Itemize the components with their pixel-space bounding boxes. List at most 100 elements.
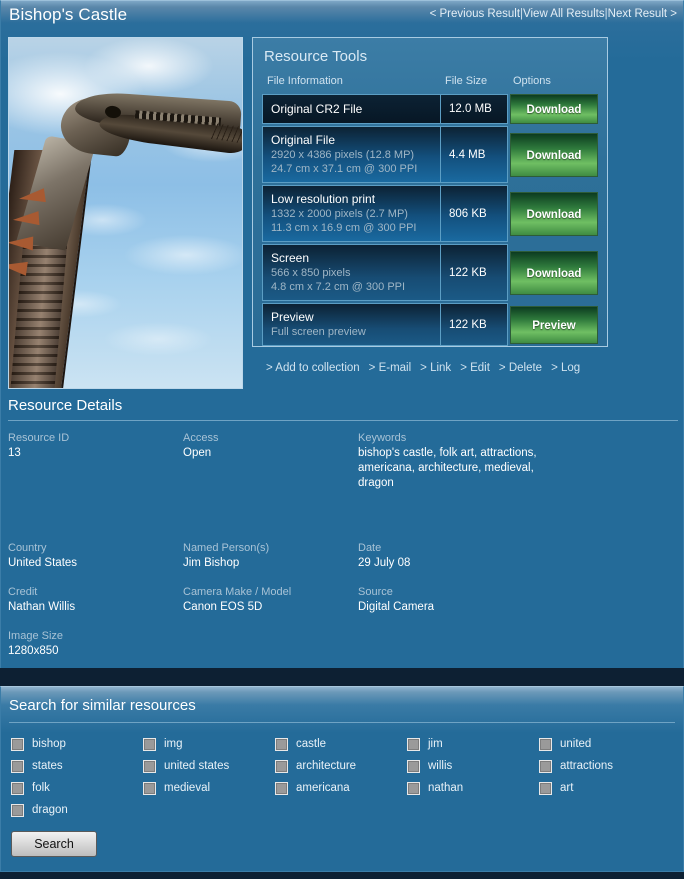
next-result-link[interactable]: Next Result > — [608, 8, 677, 20]
keyword-label: willis — [428, 760, 452, 772]
list-item[interactable]: jim — [407, 733, 539, 755]
checkbox[interactable] — [143, 782, 156, 795]
list-item[interactable]: americana — [275, 777, 407, 799]
list-item[interactable]: img — [143, 733, 275, 755]
checkbox[interactable] — [143, 760, 156, 773]
field-country: Country United States — [8, 541, 183, 571]
list-item[interactable]: united — [539, 733, 671, 755]
list-item[interactable]: castle — [275, 733, 407, 755]
checkbox[interactable] — [407, 760, 420, 773]
checkbox[interactable] — [407, 738, 420, 751]
keyword-label: dragon — [32, 804, 68, 816]
field-resource-id: Resource ID 13 — [8, 431, 183, 491]
details-row: Resource ID 13 Access Open Keywords bish… — [8, 431, 678, 491]
field-value: Jim Bishop — [183, 556, 358, 571]
field-label: Keywords — [358, 431, 678, 446]
add-to-collection-link[interactable]: > Add to collection — [266, 362, 360, 374]
download-button[interactable]: Download — [510, 192, 598, 236]
download-button[interactable]: Download — [510, 94, 598, 124]
field-value: 29 July 08 — [358, 556, 678, 571]
checkbox[interactable] — [11, 782, 24, 795]
file-options-cell: Download — [508, 244, 598, 301]
list-item[interactable]: architecture — [275, 755, 407, 777]
keyword-column-3: castle architecture americana — [275, 733, 407, 821]
field-value: Digital Camera — [358, 600, 678, 615]
link-link[interactable]: > Link — [420, 362, 451, 374]
list-item[interactable]: united states — [143, 755, 275, 777]
file-info-cell: Preview Full screen preview — [262, 303, 440, 346]
table-row: Original File 2920 x 4386 pixels (12.8 M… — [262, 126, 598, 183]
similar-resources-panel: Search for similar resources bishop stat… — [0, 686, 684, 872]
table-row: Preview Full screen preview 122 KB Previ… — [262, 303, 598, 346]
checkbox[interactable] — [11, 738, 24, 751]
field-label: Country — [8, 541, 183, 556]
keyword-label: folk — [32, 782, 50, 794]
checkbox[interactable] — [275, 782, 288, 795]
resource-action-links: > Add to collection > E-mail > Link > Edit >… — [262, 356, 598, 378]
list-item[interactable]: art — [539, 777, 671, 799]
table-row: Original CR2 File 12.0 MB Download — [262, 94, 598, 124]
list-item[interactable]: dragon — [11, 799, 143, 821]
checkbox[interactable] — [275, 760, 288, 773]
checkbox[interactable] — [11, 804, 24, 817]
preview-button[interactable]: Preview — [510, 306, 598, 344]
details-row: Credit Nathan Willis Camera Make / Model… — [8, 585, 678, 615]
keyword-label: americana — [296, 782, 350, 794]
details-grid: Resource ID 13 Access Open Keywords bish… — [8, 431, 678, 703]
email-link[interactable]: > E-mail — [369, 362, 412, 374]
keyword-label: medieval — [164, 782, 210, 794]
checkbox[interactable] — [143, 738, 156, 751]
download-button[interactable]: Download — [510, 133, 598, 177]
download-button[interactable]: Download — [510, 251, 598, 295]
field-value: bishop's castle, folk art, attractions, … — [358, 446, 558, 491]
column-options: Options — [508, 75, 598, 92]
file-options-cell: Download — [508, 94, 598, 124]
file-info-cell: Screen 566 x 850 pixels 4.8 cm x 7.2 cm … — [262, 244, 440, 301]
list-item[interactable]: bishop — [11, 733, 143, 755]
search-divider — [9, 722, 675, 723]
previous-result-link[interactable]: < Previous Result — [430, 8, 520, 20]
keyword-label: nathan — [428, 782, 463, 794]
log-link[interactable]: > Log — [551, 362, 580, 374]
resource-files-table: File Information File Size Options Origi… — [262, 73, 598, 348]
keyword-column-2: img united states medieval — [143, 733, 275, 821]
file-options-cell: Download — [508, 126, 598, 183]
field-label: Camera Make / Model — [183, 585, 358, 600]
checkbox[interactable] — [275, 738, 288, 751]
checkbox[interactable] — [539, 738, 552, 751]
list-item[interactable]: states — [11, 755, 143, 777]
file-size-cell: 4.4 MB — [440, 126, 508, 183]
file-info-cell: Low resolution print 1332 x 2000 pixels … — [262, 185, 440, 242]
delete-link[interactable]: > Delete — [499, 362, 542, 374]
spike-icon — [13, 211, 40, 227]
view-all-results-link[interactable]: View All Results — [523, 8, 605, 20]
field-label: Date — [358, 541, 678, 556]
field-date: Date 29 July 08 — [358, 541, 678, 571]
checkbox[interactable] — [11, 760, 24, 773]
field-label: Credit — [8, 585, 183, 600]
list-item[interactable]: willis — [407, 755, 539, 777]
list-item[interactable]: medieval — [143, 777, 275, 799]
field-credit: Credit Nathan Willis — [8, 585, 183, 615]
dragon-head — [61, 90, 241, 160]
field-value: Canon EOS 5D — [183, 600, 358, 615]
search-button[interactable]: Search — [11, 831, 97, 857]
keyword-label: castle — [296, 738, 326, 750]
keyword-column-5: united attractions art — [539, 733, 671, 821]
list-item[interactable]: nathan — [407, 777, 539, 799]
list-item[interactable]: attractions — [539, 755, 671, 777]
column-file-size: File Size — [440, 75, 508, 92]
edit-link[interactable]: > Edit — [460, 362, 490, 374]
resource-tools-panel: Resource Tools File Information File Siz… — [252, 37, 608, 347]
checkbox[interactable] — [539, 760, 552, 773]
resource-thumbnail[interactable] — [8, 37, 243, 389]
file-dimensions: 566 x 850 pixels — [271, 266, 432, 280]
file-dimensions: 1332 x 2000 pixels (2.7 MP) — [271, 207, 432, 221]
search-heading: Search for similar resources — [9, 697, 683, 714]
keyword-label: bishop — [32, 738, 66, 750]
field-label: Source — [358, 585, 678, 600]
file-dimensions: Full screen preview — [271, 325, 432, 339]
checkbox[interactable] — [407, 782, 420, 795]
list-item[interactable]: folk — [11, 777, 143, 799]
checkbox[interactable] — [539, 782, 552, 795]
